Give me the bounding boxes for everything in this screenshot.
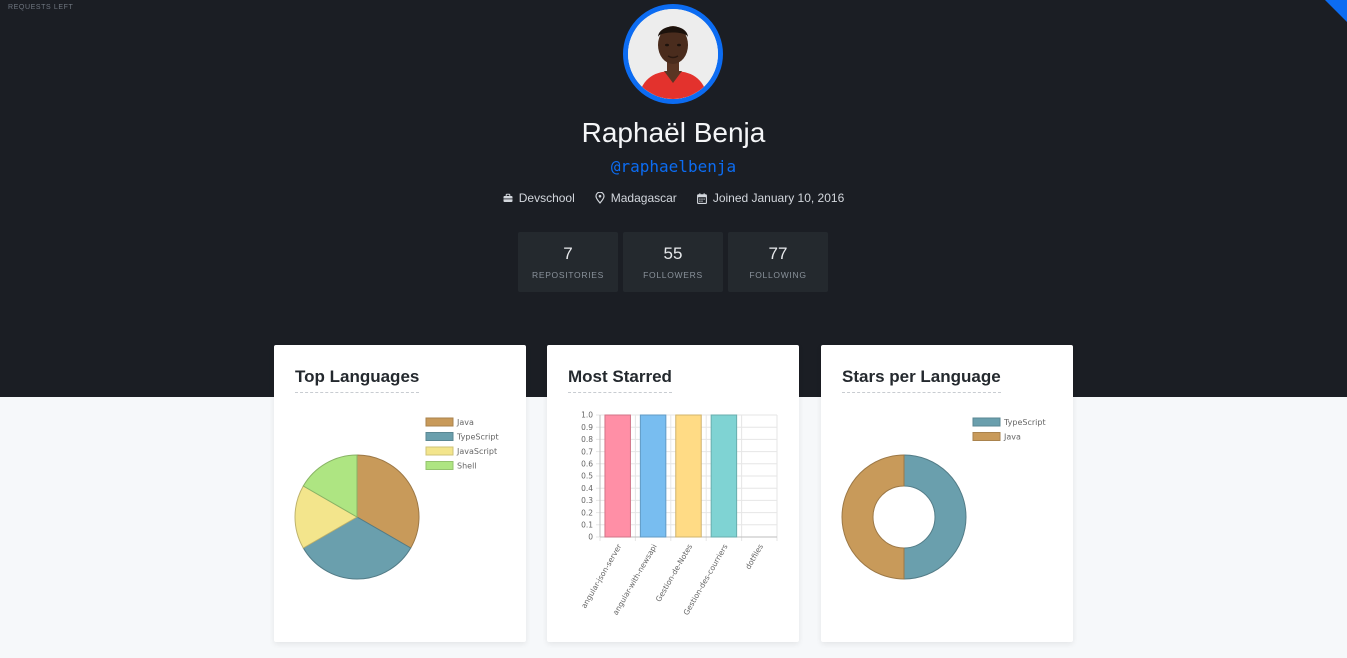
calendar-icon [696,192,707,204]
legend-label: TypeScript [456,433,499,442]
pie-slice[interactable] [841,454,905,580]
top-languages-pie-chart: Java TypeScript JavaScript Shell [294,417,499,580]
stat-label: FOLLOWING [749,270,807,280]
top-languages-card: Top Languages Java TypeScript JavaScript Sh… [274,345,526,642]
y-tick-label: 0.7 [581,447,593,456]
location-label: Madagascar [610,191,677,205]
location-info: Madagascar [595,191,677,205]
pie-slice[interactable] [903,454,967,580]
stats-row: 7 REPOSITORIES 55 FOLLOWERS 77 FOLLOWING [518,232,828,292]
bar[interactable] [639,414,667,538]
legend-label: Shell [457,462,477,471]
legend-swatch[interactable] [425,446,454,456]
company-info: Devschool [503,191,575,205]
legend-swatch[interactable] [425,461,454,470]
briefcase-icon [503,193,513,203]
company-label: Devschool [518,191,575,205]
profile-name: Raphaël Benja [581,117,766,148]
legend-label: TypeScript [1003,418,1046,427]
y-tick-label: 0.4 [581,484,593,493]
bar[interactable] [675,414,702,538]
legend-label: Java [1003,433,1021,442]
requests-left-label: REQUESTS LEFT [8,4,74,11]
most-starred-card: Most Starred 0 0.1 0.2 0.3 0.4 0.5 0.6 0.7 0.8 0.… [547,345,799,642]
map-pin-icon [595,192,605,204]
y-tick-label: 0 [588,533,593,542]
avatar-image [628,9,718,99]
joined-info: Joined January 10, 2016 [696,191,845,205]
joined-label: Joined January 10, 2016 [712,191,845,205]
y-tick-label: 0.3 [581,496,593,505]
x-tick-label: dotfiles [743,542,765,570]
legend-swatch[interactable] [425,432,454,441]
stat-label: FOLLOWERS [643,270,703,280]
y-tick-label: 0.6 [581,460,593,469]
profile-handle-link[interactable]: @raphaelbenja [0,157,1347,176]
legend-swatch[interactable] [972,417,1001,427]
legend-label: JavaScript [456,447,497,456]
legend-swatch[interactable] [972,432,1001,441]
stat-value: 55 [663,244,683,263]
y-tick-label: 0.5 [581,472,593,481]
stat-value: 77 [768,244,788,263]
legend-label: Java [456,418,474,427]
bar[interactable] [710,414,738,538]
y-tick-label: 0.1 [581,521,593,530]
most-starred-bar-chart: 00.10.20.30.40.50.60.70.80.91.0angular-j… [579,411,778,617]
bar[interactable] [604,414,631,538]
stars-per-language-card: Stars per Language TypeScript Java [821,345,1073,642]
y-tick-label: 0.9 [581,423,593,432]
y-tick-label: 1.0 [581,411,593,420]
stat-repositories: 7 REPOSITORIES [518,232,618,292]
stars-per-language-doughnut-chart: TypeScript Java [841,417,1046,580]
stat-followers: 55 FOLLOWERS [623,232,723,292]
profile-info-row: Devschool Madagascar Joined January 10, … [0,191,1347,205]
avatar [623,4,723,104]
stat-label: REPOSITORIES [531,270,604,280]
stat-value: 7 [563,244,573,263]
x-tick-label: Gestion-de-Notes [654,542,694,603]
profile-header: REQUESTS LEFT Raphaël Benja @raphaelbenj… [0,0,1347,397]
legend-swatch[interactable] [425,417,454,427]
github-corner-link[interactable] [1325,0,1347,22]
stat-following: 77 FOLLOWING [728,232,828,292]
y-tick-label: 0.8 [581,435,593,444]
y-tick-label: 0.2 [581,508,593,517]
